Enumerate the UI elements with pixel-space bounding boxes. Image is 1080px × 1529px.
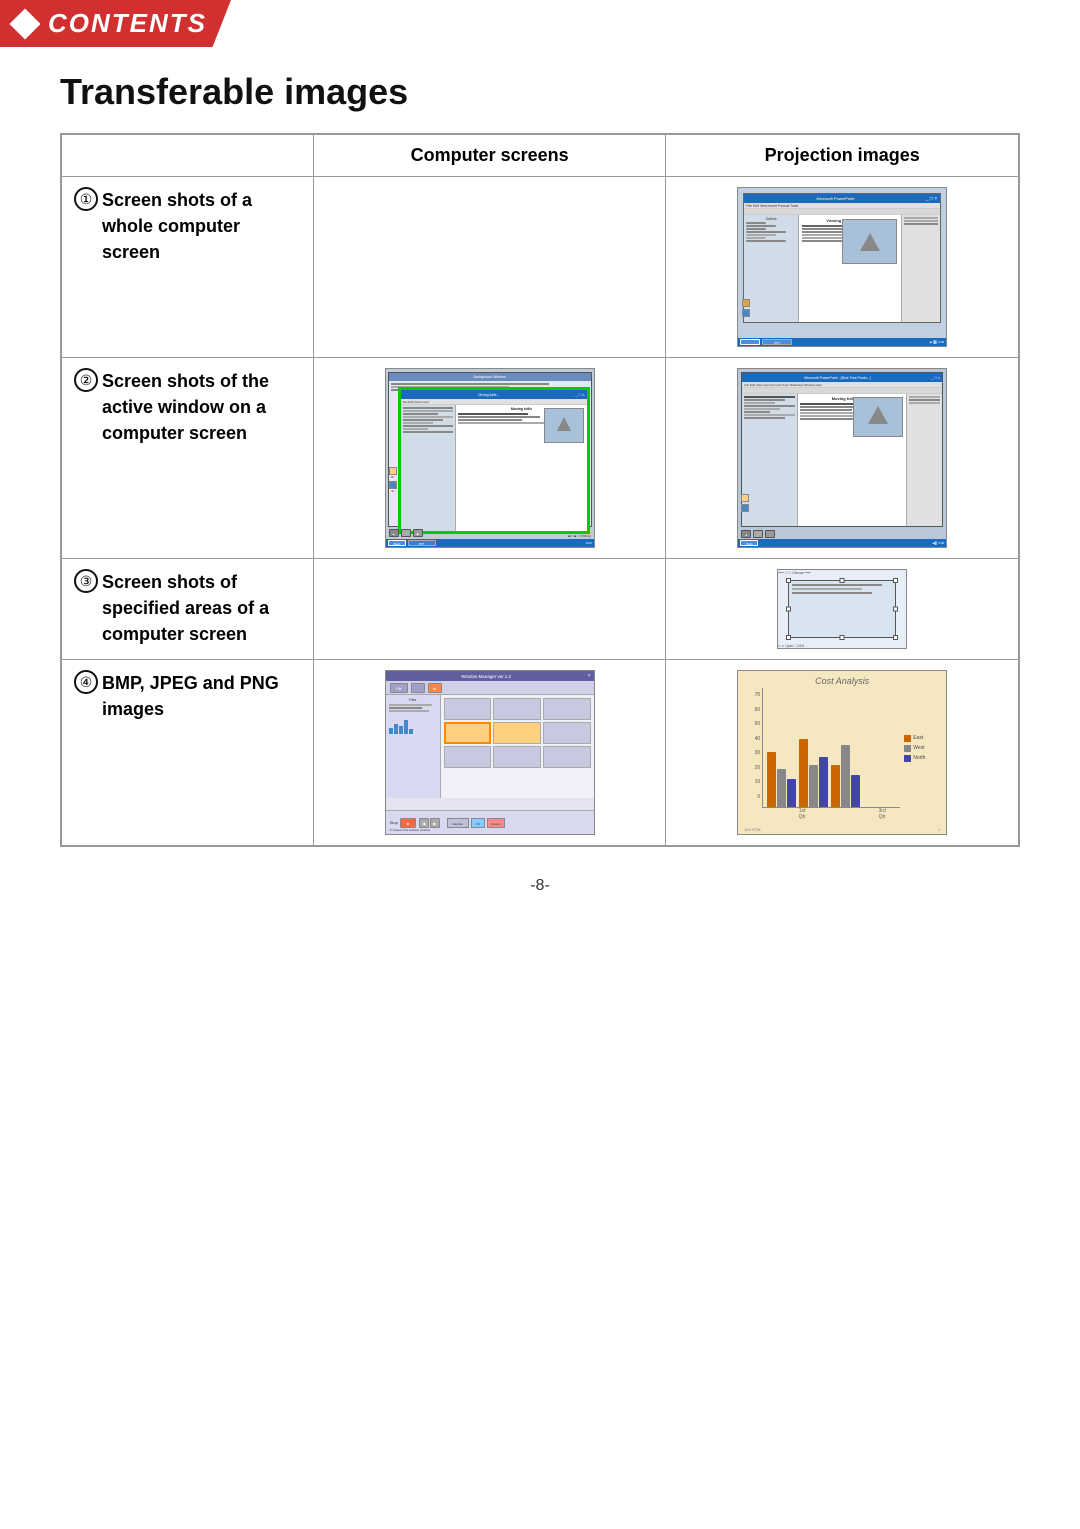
col-header-empty bbox=[62, 135, 314, 177]
contents-banner: CONTENTS bbox=[0, 0, 231, 47]
main-content-table-wrapper: Computer screens Projection images ① Scr… bbox=[60, 133, 1020, 847]
row1-projection-cell: Microsoft PowerPoint _ □ × File Edit Vie… bbox=[666, 177, 1019, 358]
col-header-computer: Computer screens bbox=[313, 135, 666, 177]
table-row: ① Screen shots of a whole computer scree… bbox=[62, 177, 1019, 358]
row3-num: ③ bbox=[74, 569, 98, 593]
row2-label-cell: ② Screen shots of the active window on a… bbox=[62, 358, 314, 559]
row1-computer-cell bbox=[313, 177, 666, 358]
row4-label: ④ BMP, JPEG and PNG images bbox=[74, 670, 301, 722]
row2-label: ② Screen shots of the active window on a… bbox=[74, 368, 301, 446]
row3-projection-thumb: ⟵ □ □ Chrow ⟶ × × □pw □ 224 bbox=[777, 569, 907, 649]
row4-computer-thumb: Window Manager ver.1.2 × File ⊕ Fi bbox=[385, 670, 595, 835]
row3-computer-cell bbox=[313, 559, 666, 660]
row3-projection-cell: ⟵ □ □ Chrow ⟶ × × □pw □ 224 bbox=[666, 559, 1019, 660]
row4-label-cell: ④ BMP, JPEG and PNG images bbox=[62, 660, 314, 846]
row4-projection-cell: Cost Analysis 70 60 50 40 30 20 10 bbox=[666, 660, 1019, 846]
page-number: -8- bbox=[0, 877, 1080, 895]
row2-projection-cell: Microsoft PowerPoint - [Blue Tree Produ.… bbox=[666, 358, 1019, 559]
row4-text: BMP, JPEG and PNG images bbox=[102, 670, 301, 722]
row1-label-cell: ① Screen shots of a whole computer scree… bbox=[62, 177, 314, 358]
row2-projection-thumb: Microsoft PowerPoint - [Blue Tree Produ.… bbox=[737, 368, 947, 548]
cost-analysis-title: Cost Analysis bbox=[738, 671, 946, 688]
row1-label: ① Screen shots of a whole computer scree… bbox=[74, 187, 301, 265]
row2-computer-cell: Background Window bbox=[313, 358, 666, 559]
row3-label: ③ Screen shots of specified areas of a c… bbox=[74, 569, 301, 647]
table-row: ② Screen shots of the active window on a… bbox=[62, 358, 1019, 559]
row3-text: Screen shots of specified areas of a com… bbox=[102, 569, 301, 647]
row2-computer-thumb: Background Window bbox=[385, 368, 595, 548]
row2-text: Screen shots of the active window on a c… bbox=[102, 368, 301, 446]
row2-num: ② bbox=[74, 368, 98, 392]
page-title: Transferable images bbox=[60, 71, 1020, 113]
content-table: Computer screens Projection images ① Scr… bbox=[61, 134, 1019, 846]
table-row: ③ Screen shots of specified areas of a c… bbox=[62, 559, 1019, 660]
row4-num: ④ bbox=[74, 670, 98, 694]
contents-label: CONTENTS bbox=[48, 8, 207, 39]
row4-projection-thumb: Cost Analysis 70 60 50 40 30 20 10 bbox=[737, 670, 947, 835]
row3-label-cell: ③ Screen shots of specified areas of a c… bbox=[62, 559, 314, 660]
row1-projection-thumb: Microsoft PowerPoint _ □ × File Edit Vie… bbox=[737, 187, 947, 347]
contents-diamond-icon bbox=[9, 8, 40, 39]
row1-num: ① bbox=[74, 187, 98, 211]
row1-text: Screen shots of a whole computer screen bbox=[102, 187, 301, 265]
col-header-projection: Projection images bbox=[666, 135, 1019, 177]
table-row: ④ BMP, JPEG and PNG images Window Manage… bbox=[62, 660, 1019, 846]
row4-computer-cell: Window Manager ver.1.2 × File ⊕ Fi bbox=[313, 660, 666, 846]
